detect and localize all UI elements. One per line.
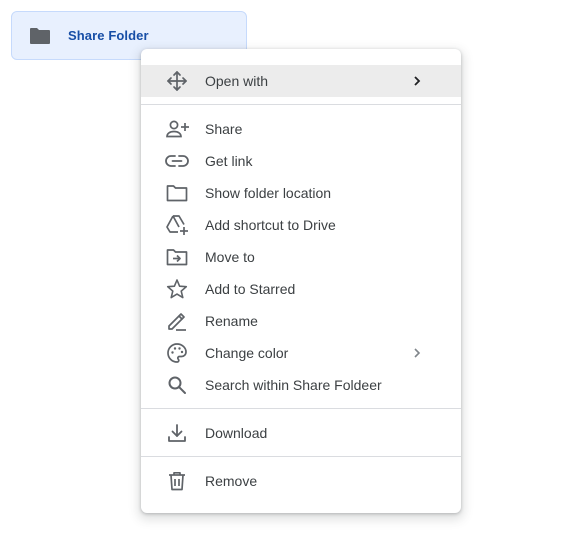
person-add-icon — [165, 117, 189, 141]
menu-item-rename[interactable]: Rename — [141, 305, 461, 337]
folder-icon — [29, 25, 51, 47]
menu-item-move-to[interactable]: Move to — [141, 241, 461, 273]
folder-outline-icon — [165, 181, 189, 205]
menu-label-get-link: Get link — [205, 153, 253, 169]
menu-divider — [141, 408, 461, 409]
menu-label-download: Download — [205, 425, 268, 441]
folder-name: Share Folder — [68, 28, 149, 43]
drive-add-icon — [165, 213, 189, 237]
chevron-right-icon — [409, 73, 425, 89]
move-arrows-icon — [165, 69, 189, 93]
menu-label-share: Share — [205, 121, 243, 137]
menu-divider — [141, 104, 461, 105]
pencil-icon — [165, 309, 189, 333]
menu-label-move-to: Move to — [205, 249, 255, 265]
menu-item-change-color[interactable]: Change color — [141, 337, 461, 369]
menu-item-add-to-starred[interactable]: Add to Starred — [141, 273, 461, 305]
menu-item-share[interactable]: Share — [141, 113, 461, 145]
download-icon — [165, 421, 189, 445]
trash-icon — [165, 469, 189, 493]
menu-label-change-color: Change color — [205, 345, 289, 361]
link-icon — [165, 149, 189, 173]
menu-label-search-within: Search within Share Foldeer — [205, 377, 382, 393]
context-menu: Open with Share Get link Show folder loc… — [141, 49, 461, 513]
palette-icon — [165, 341, 189, 365]
folder-move-icon — [165, 245, 189, 269]
menu-label-remove: Remove — [205, 473, 258, 489]
menu-item-add-shortcut[interactable]: Add shortcut to Drive — [141, 209, 461, 241]
menu-item-download[interactable]: Download — [141, 417, 461, 449]
menu-divider — [141, 456, 461, 457]
menu-item-show-folder-location[interactable]: Show folder location — [141, 177, 461, 209]
menu-item-remove[interactable]: Remove — [141, 465, 461, 497]
menu-label-add-shortcut: Add shortcut to Drive — [205, 217, 336, 233]
menu-item-get-link[interactable]: Get link — [141, 145, 461, 177]
search-icon — [165, 373, 189, 397]
menu-label-add-to-starred: Add to Starred — [205, 281, 296, 297]
chevron-right-icon — [409, 345, 425, 361]
menu-label-show-folder-location: Show folder location — [205, 185, 332, 201]
star-outline-icon — [165, 277, 189, 301]
menu-label-open-with: Open with — [205, 73, 269, 89]
menu-label-rename: Rename — [205, 313, 258, 329]
menu-item-search-within[interactable]: Search within Share Foldeer — [141, 369, 461, 401]
drive-stage: Share Folder Open with Share Get link Sh… — [0, 0, 581, 541]
menu-item-open-with[interactable]: Open with — [141, 65, 461, 97]
